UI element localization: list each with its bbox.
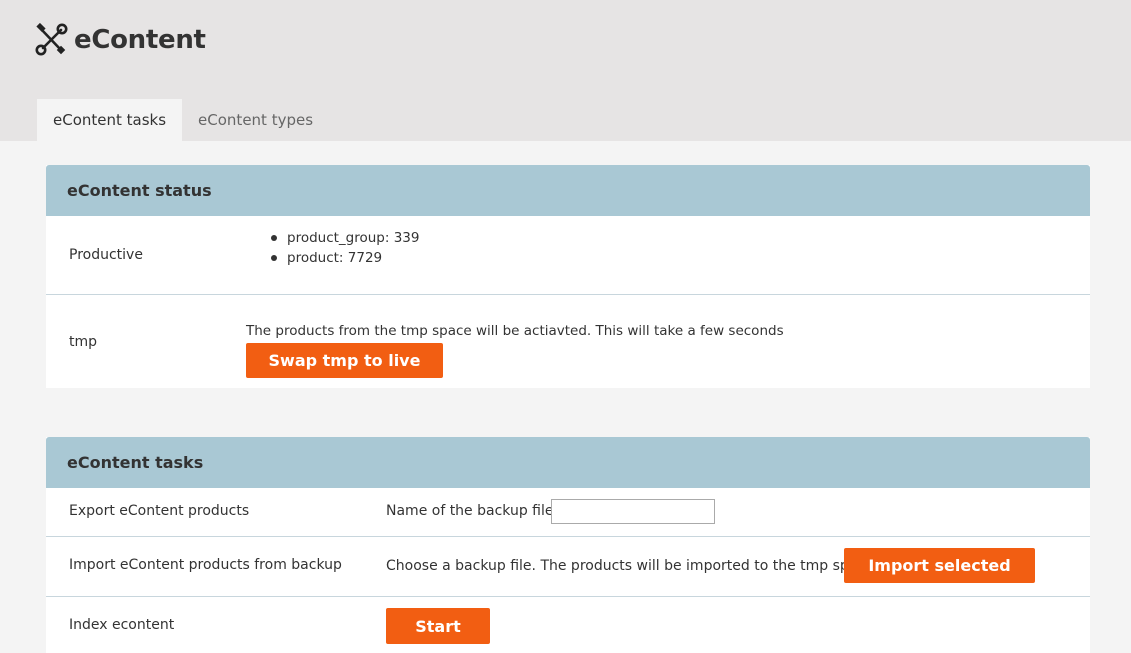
start-index-button[interactable]: Start bbox=[386, 608, 490, 644]
import-row: Import eContent products from backup Cho… bbox=[46, 536, 1090, 596]
tmp-label: tmp bbox=[69, 334, 98, 350]
app-title-text: eContent bbox=[74, 25, 206, 55]
tasks-panel-heading: eContent tasks bbox=[46, 437, 1090, 488]
status-panel-heading: eContent status bbox=[46, 165, 1090, 216]
tab-econtent-tasks[interactable]: eContent tasks bbox=[37, 99, 183, 141]
import-description: Choose a backup file. The products will … bbox=[386, 558, 874, 574]
import-selected-button[interactable]: Import selected bbox=[844, 548, 1035, 583]
tab-econtent-types[interactable]: eContent types bbox=[182, 99, 329, 141]
export-label: Export eContent products bbox=[69, 503, 250, 519]
app-header: eContent eContent tasks eContent types bbox=[0, 0, 1131, 141]
index-row: Index econtent Start bbox=[46, 596, 1090, 653]
productive-row: Productive product_group: 339 product: 7… bbox=[46, 216, 1090, 294]
productive-stats-list: product_group: 339 product: 7729 bbox=[269, 228, 420, 268]
list-item: product: 7729 bbox=[269, 248, 420, 268]
tmp-row: tmp The products from the tmp space will… bbox=[46, 294, 1090, 388]
list-item: product_group: 339 bbox=[269, 228, 420, 248]
backup-file-name-label: Name of the backup file: bbox=[386, 503, 559, 519]
import-label: Import eContent products from backup bbox=[69, 557, 342, 573]
tools-icon bbox=[35, 23, 68, 56]
swap-tmp-to-live-button[interactable]: Swap tmp to live bbox=[246, 343, 443, 378]
tasks-panel: eContent tasks Export eContent products … bbox=[46, 437, 1090, 653]
backup-file-name-input[interactable] bbox=[551, 499, 715, 524]
index-label: Index econtent bbox=[69, 617, 175, 633]
export-row: Export eContent products Name of the bac… bbox=[46, 488, 1090, 536]
app-title: eContent bbox=[34, 20, 206, 60]
productive-label: Productive bbox=[69, 247, 143, 263]
tab-bar: eContent tasks eContent types bbox=[37, 99, 329, 141]
tmp-description: The products from the tmp space will be … bbox=[246, 323, 784, 339]
status-panel: eContent status Productive product_group… bbox=[46, 165, 1090, 388]
